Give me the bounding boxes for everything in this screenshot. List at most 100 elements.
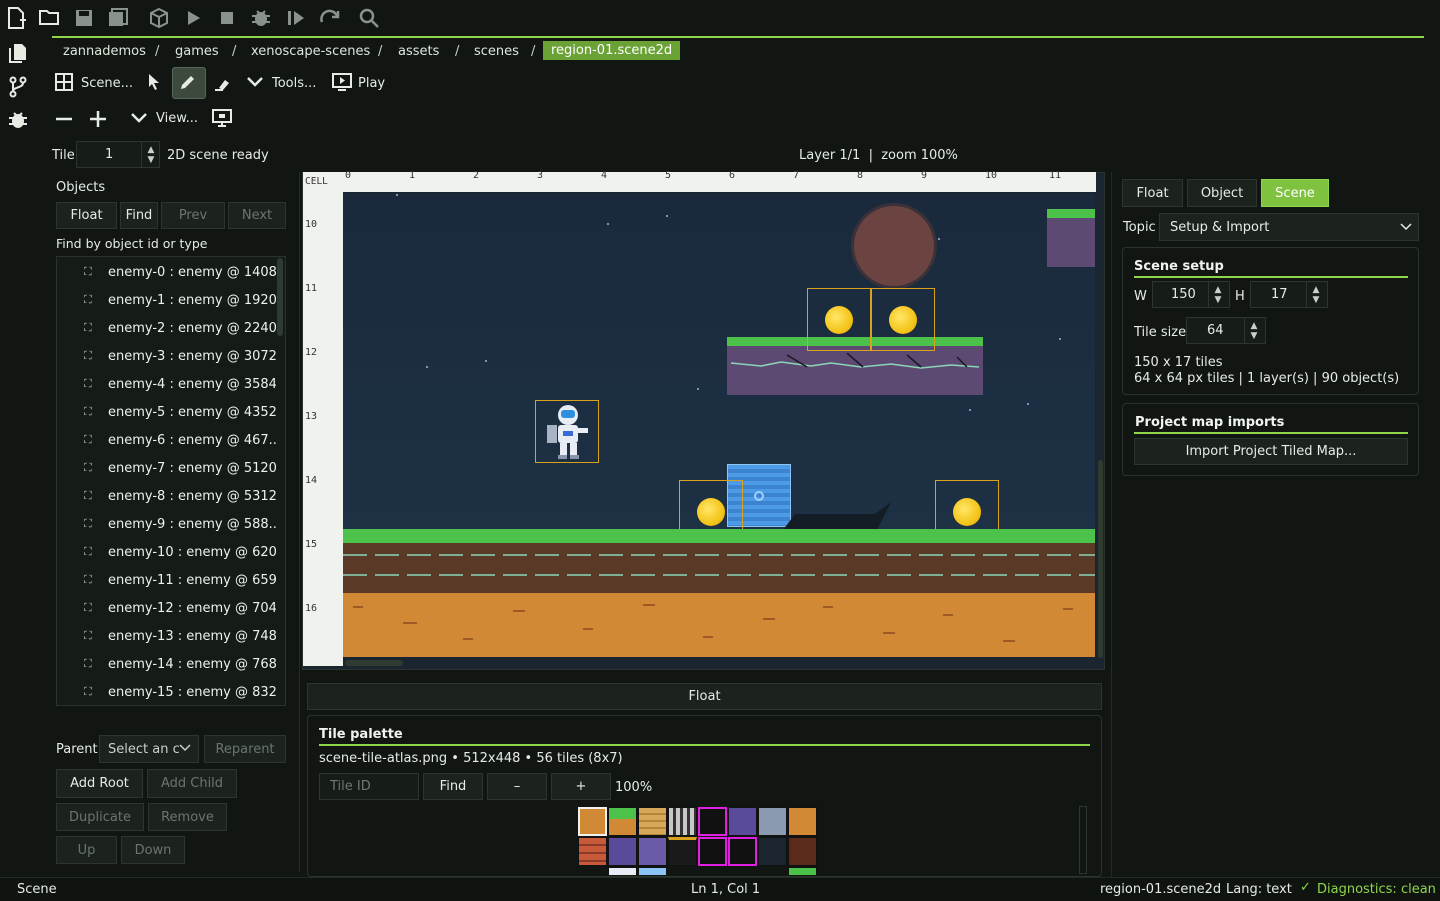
source-control-icon[interactable]	[8, 76, 28, 98]
monitor-icon[interactable]	[212, 109, 232, 127]
tile-swatch[interactable]	[638, 807, 667, 836]
save-all-icon[interactable]	[107, 7, 129, 29]
explorer-icon[interactable]	[8, 42, 28, 64]
list-item[interactable]: ⛶ enemy-7 : enemy @ 5120...	[84, 458, 276, 478]
step-icon[interactable]	[286, 9, 306, 27]
stop-icon[interactable]	[220, 11, 234, 25]
tab-object[interactable]: Object	[1187, 179, 1257, 207]
add-root-button[interactable]: Add Root	[56, 769, 143, 798]
status-diagnostics[interactable]: Diagnostics: clean	[1317, 882, 1436, 897]
tab-float[interactable]: Float	[1122, 179, 1183, 207]
restart-icon[interactable]	[318, 8, 342, 28]
tile-zoom-out-button[interactable]: –	[487, 773, 547, 800]
scene-menu-button[interactable]: Scene...	[81, 76, 133, 91]
status-lang[interactable]: Lang: text	[1226, 882, 1292, 897]
save-icon[interactable]	[74, 8, 94, 28]
height-spin-arrows[interactable]: ▲ ▼	[1306, 282, 1325, 307]
objects-prev-button[interactable]: Prev	[161, 202, 225, 229]
width-spin-arrows[interactable]: ▲ ▼	[1208, 282, 1227, 307]
tile-swatch[interactable]	[608, 837, 637, 866]
tile-palette-scrollbar[interactable]	[1079, 806, 1087, 874]
tile-swatch[interactable]	[638, 837, 667, 866]
list-item[interactable]: ⛶ enemy-2 : enemy @ 2240...	[84, 318, 276, 338]
list-item[interactable]: ⛶ enemy-11 : enemy @ 659...	[84, 570, 276, 590]
objects-float-button[interactable]: Float	[56, 202, 117, 229]
debug-icon[interactable]	[7, 110, 29, 130]
tile-id-input[interactable]	[319, 773, 419, 800]
list-item[interactable]: ⛶ enemy-14 : enemy @ 768...	[84, 654, 276, 674]
import-tiled-map-button[interactable]: Import Project Tiled Map...	[1134, 438, 1408, 465]
tile-swatch[interactable]	[728, 807, 757, 836]
status-file[interactable]: region-01.scene2d	[1100, 882, 1221, 897]
tile-swatch[interactable]	[638, 867, 667, 875]
view-menu-button[interactable]: View...	[156, 111, 198, 126]
play-preview-icon[interactable]	[332, 73, 352, 91]
breadcrumb-item[interactable]: xenoscape-scenes	[251, 44, 370, 59]
eraser-icon[interactable]	[213, 74, 231, 92]
tile-swatch[interactable]	[728, 837, 757, 866]
select-arrow-icon[interactable]	[146, 72, 162, 92]
objects-next-button[interactable]: Next	[228, 202, 286, 229]
tab-scene[interactable]: Scene	[1261, 179, 1329, 207]
tile-swatch[interactable]	[788, 807, 817, 836]
topic-select[interactable]: Setup & Import	[1159, 213, 1419, 241]
list-item[interactable]: ⛶ enemy-9 : enemy @ 588...	[84, 514, 276, 534]
tile-swatch[interactable]	[758, 807, 787, 836]
list-item[interactable]: ⛶ enemy-4 : enemy @ 3584...	[84, 374, 276, 394]
tile-swatch[interactable]	[788, 867, 817, 875]
list-item[interactable]: ⛶ enemy-13 : enemy @ 748...	[84, 626, 276, 646]
scene-canvas[interactable]	[343, 193, 1095, 657]
debug-icon[interactable]	[250, 8, 272, 28]
tile-swatch[interactable]	[788, 837, 817, 866]
reparent-button[interactable]: Reparent	[204, 735, 286, 763]
breadcrumb-item-active[interactable]: region-01.scene2d	[543, 41, 681, 60]
list-item[interactable]: ⛶ enemy-6 : enemy @ 467...	[84, 430, 276, 450]
tile-swatch[interactable]	[698, 807, 727, 836]
build-icon[interactable]	[148, 7, 170, 29]
breadcrumb-item[interactable]: scenes	[474, 44, 519, 59]
list-item[interactable]: ⛶ enemy-5 : enemy @ 4352...	[84, 402, 276, 422]
objects-list-scrollbar[interactable]	[277, 258, 283, 336]
list-item[interactable]: ⛶ enemy-15 : enemy @ 832...	[84, 682, 276, 702]
list-item[interactable]: ⛶ enemy-3 : enemy @ 3072...	[84, 346, 276, 366]
tile-swatch[interactable]	[668, 837, 697, 866]
zoom-in-icon[interactable]	[89, 110, 107, 128]
breadcrumb-item[interactable]: zannademos	[63, 44, 146, 59]
tile-zoom-in-button[interactable]: +	[551, 773, 611, 800]
viewport-hscrollbar[interactable]	[345, 660, 403, 666]
tile-spin-arrows[interactable]: ▲ ▼	[141, 142, 160, 167]
list-item[interactable]: ⛶ enemy-8 : enemy @ 5312...	[84, 486, 276, 506]
chevron-down-icon[interactable]	[130, 112, 148, 124]
open-folder-icon[interactable]	[38, 8, 60, 26]
tile-swatch[interactable]	[608, 867, 637, 875]
down-button[interactable]: Down	[121, 836, 185, 864]
status-position[interactable]: Ln 1, Col 1	[691, 882, 760, 897]
search-icon[interactable]	[358, 7, 380, 29]
objects-find-button[interactable]: Find	[120, 202, 158, 229]
tile-swatch[interactable]	[758, 837, 787, 866]
tile-swatch[interactable]	[578, 807, 607, 836]
breadcrumb-item[interactable]: assets	[398, 44, 439, 59]
tile-swatch[interactable]	[608, 807, 637, 836]
grid-icon[interactable]	[55, 73, 73, 91]
chevron-down-icon[interactable]	[246, 76, 264, 88]
viewport-vscrollbar[interactable]	[1098, 460, 1103, 658]
duplicate-button[interactable]: Duplicate	[56, 803, 144, 831]
new-file-icon[interactable]	[6, 6, 28, 30]
tile-swatch[interactable]	[668, 807, 697, 836]
tools-menu-button[interactable]: Tools...	[272, 76, 316, 91]
list-item[interactable]: ⛶ enemy-0 : enemy @ 1408...	[84, 262, 276, 282]
zoom-out-icon[interactable]	[55, 110, 73, 128]
breadcrumb-item[interactable]: games	[175, 44, 219, 59]
play-button[interactable]: Play	[358, 76, 385, 91]
tile-find-button[interactable]: Find	[423, 773, 483, 800]
tile-swatch[interactable]	[698, 837, 727, 866]
remove-button[interactable]: Remove	[148, 803, 227, 831]
list-item[interactable]: ⛶ enemy-1 : enemy @ 1920,...	[84, 290, 276, 310]
list-item[interactable]: ⛶ enemy-10 : enemy @ 620...	[84, 542, 276, 562]
up-button[interactable]: Up	[56, 836, 117, 864]
list-item[interactable]: ⛶ enemy-12 : enemy @ 704...	[84, 598, 276, 618]
run-icon[interactable]	[186, 9, 202, 27]
viewport-float-button[interactable]: Float	[307, 683, 1102, 710]
tile-size-spin-arrows[interactable]: ▲ ▼	[1244, 318, 1263, 343]
